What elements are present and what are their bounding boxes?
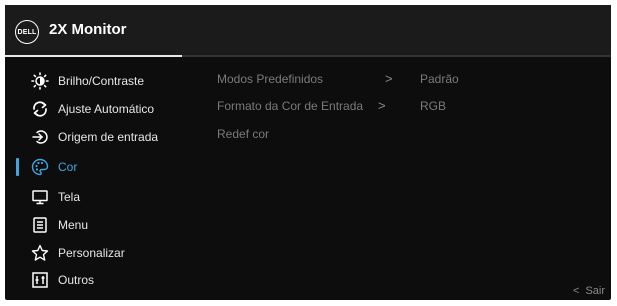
menu-item-outros[interactable]: Outros: [5, 268, 205, 292]
menu-item-label: Tela: [58, 190, 81, 204]
chevron-right-icon: >: [385, 71, 393, 86]
menu-item-label: Outros: [58, 273, 95, 287]
display-icon: [31, 188, 49, 206]
option-redef-cor[interactable]: Redef cor: [217, 127, 269, 141]
menu-item-label: Cor: [58, 160, 78, 174]
menu-item-cor[interactable]: Cor: [5, 155, 205, 179]
menu-item-personalizar[interactable]: Personalizar: [5, 241, 205, 265]
monitor-title: 2X Monitor: [49, 21, 127, 38]
exit-button[interactable]: < Sair: [573, 285, 605, 297]
logo-text: DELL: [17, 28, 37, 36]
brightness-icon: [31, 72, 49, 90]
menu-item-menu[interactable]: Menu: [5, 213, 205, 237]
chevron-left-icon: <: [573, 285, 580, 297]
menu-item-brilho-contraste[interactable]: Brilho/Contraste: [5, 69, 205, 93]
star-icon: [31, 244, 49, 262]
option-value-preset: Padrão: [420, 72, 459, 86]
menu-item-label: Ajuste Automático: [58, 102, 155, 116]
menu-item-label: Menu: [58, 218, 89, 232]
others-icon: [31, 271, 49, 289]
monitor-osd: DELL 2X Monitor Brilho/Contraste Ajuste …: [5, 5, 611, 300]
menu-item-label: Brilho/Contraste: [58, 74, 145, 88]
menu-item-tela[interactable]: Tela: [5, 185, 205, 209]
option-formato-cor-entrada[interactable]: Formato da Cor de Entrada: [217, 99, 363, 113]
option-value-color-format: RGB: [420, 99, 447, 113]
menu-item-origem-de-entrada[interactable]: Origem de entrada: [5, 125, 205, 149]
input-source-icon: [31, 128, 49, 146]
header-divider-active: [5, 55, 182, 57]
menu-item-label: Personalizar: [58, 246, 125, 260]
dell-logo-icon: DELL: [15, 20, 39, 44]
menu-item-ajuste-automatico[interactable]: Ajuste Automático: [5, 97, 205, 121]
header-divider: [182, 55, 611, 57]
exit-label: Sair: [585, 285, 605, 297]
osd-header: DELL 2X Monitor: [5, 5, 611, 55]
menu-item-label: Origem de entrada: [58, 130, 159, 144]
menu-list-icon: [31, 216, 49, 234]
palette-icon: [31, 158, 49, 176]
auto-adjust-icon: [31, 100, 49, 118]
chevron-right-icon: >: [378, 98, 386, 113]
option-modos-predefinidos[interactable]: Modos Predefinidos: [217, 72, 323, 86]
